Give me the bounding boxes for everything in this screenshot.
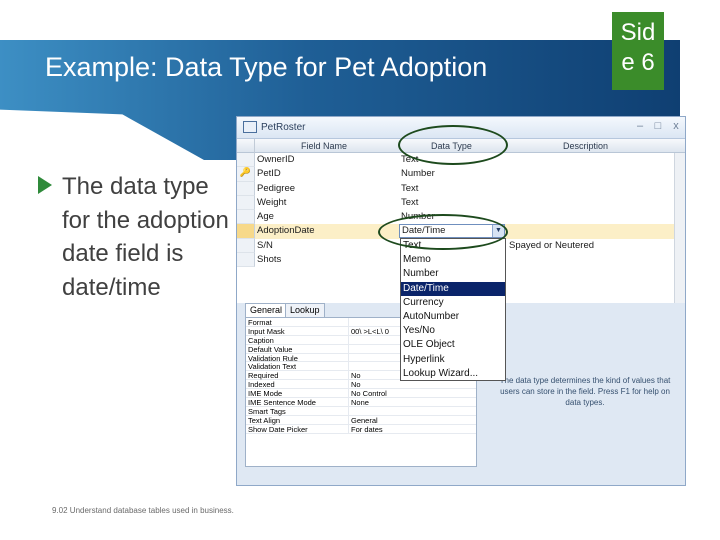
field-name-cell[interactable]: Weight	[257, 197, 286, 208]
table-icon	[243, 121, 257, 133]
property-name: Input Mask	[248, 326, 285, 336]
data-type-cell[interactable]: Text	[401, 183, 418, 194]
field-name-cell[interactable]: Shots	[257, 254, 281, 265]
slide-number-badge: Sid e 6	[612, 12, 664, 90]
property-value[interactable]	[348, 406, 351, 415]
vertical-scrollbar[interactable]	[674, 153, 685, 303]
property-name: Indexed	[248, 380, 275, 390]
dropdown-option-autonumber[interactable]: AutoNumber	[401, 310, 505, 324]
slide-footer: 9.02 Understand database tables used in …	[52, 506, 234, 515]
property-value[interactable]	[348, 353, 351, 362]
dropdown-option-number[interactable]: Number	[401, 267, 505, 281]
description-cell[interactable]: Spayed or Neutered	[509, 240, 594, 251]
dropdown-option-yes-no[interactable]: Yes/No	[401, 324, 505, 338]
property-name: Caption	[248, 335, 274, 345]
property-name: Text Align	[248, 415, 281, 425]
column-header-field-name[interactable]: Field Name	[301, 141, 347, 151]
property-row[interactable]: Smart Tags	[246, 406, 476, 416]
dropdown-option-hyperlink[interactable]: Hyperlink	[401, 353, 505, 367]
highlight-oval-data-type-header	[398, 125, 508, 165]
data-type-cell[interactable]: Text	[401, 197, 418, 208]
property-value[interactable]: None	[348, 398, 369, 407]
data-type-help-text: The data type determines the kind of val…	[499, 376, 671, 407]
table-row[interactable]: 🔑 PetID Number	[237, 167, 685, 182]
highlight-oval-date-time	[378, 214, 508, 250]
row-selector[interactable]	[237, 153, 255, 168]
data-type-cell[interactable]: Number	[401, 168, 435, 179]
field-name-cell[interactable]: Pedigree	[257, 183, 295, 194]
data-type-dropdown-list[interactable]: Text Memo Number Date/Time Currency Auto…	[400, 238, 506, 381]
property-row[interactable]: Show Date Picker For dates	[246, 424, 476, 434]
field-name-cell[interactable]: S/N	[257, 240, 273, 251]
property-name: IME Sentence Mode	[248, 398, 316, 408]
field-name-cell[interactable]: OwnerID	[257, 154, 294, 165]
primary-key-icon[interactable]: 🔑	[237, 167, 255, 182]
minimize-button[interactable]: –	[633, 120, 647, 132]
property-value[interactable]	[348, 362, 351, 371]
property-name: Validation Rule	[248, 353, 298, 363]
row-selector[interactable]	[237, 224, 255, 239]
close-button[interactable]: x	[669, 120, 683, 132]
property-value[interactable]: No	[348, 380, 361, 389]
property-row[interactable]: IME Mode No Control	[246, 389, 476, 398]
select-all-cell[interactable]	[237, 139, 255, 153]
property-name: Smart Tags	[248, 406, 286, 416]
table-row[interactable]: Pedigree Text	[237, 181, 685, 196]
property-value[interactable]	[348, 335, 351, 344]
restore-button[interactable]: □	[651, 120, 665, 132]
property-value[interactable]: No	[348, 371, 361, 380]
column-header-description[interactable]: Description	[563, 141, 608, 151]
field-name-cell[interactable]: PetID	[257, 168, 281, 179]
property-value[interactable]	[348, 344, 351, 353]
dropdown-option-memo[interactable]: Memo	[401, 253, 505, 267]
dropdown-option-currency[interactable]: Currency	[401, 296, 505, 310]
property-name: Show Date Picker	[248, 424, 308, 434]
arrow-bullet-icon	[38, 176, 52, 194]
property-row[interactable]: Text Align General	[246, 415, 476, 425]
row-selector[interactable]	[237, 253, 255, 268]
property-value[interactable]: General	[348, 415, 378, 425]
bullet-text: The data type for the adoption date fiel…	[62, 173, 229, 301]
dropdown-option-ole-object[interactable]: OLE Object	[401, 338, 505, 352]
property-name: Validation Text	[248, 362, 297, 372]
window-title: PetRoster	[261, 122, 306, 133]
property-value[interactable]: No Control	[348, 389, 387, 398]
property-row[interactable]: IME Sentence Mode None	[246, 398, 476, 407]
property-name: Format	[248, 318, 272, 327]
row-selector[interactable]	[237, 210, 255, 225]
field-name-cell[interactable]: AdoptionDate	[257, 225, 315, 236]
tab-lookup[interactable]: Lookup	[285, 303, 325, 317]
bullet-point: The data type for the adoption date fiel…	[38, 170, 238, 304]
dropdown-option-lookup-wizard[interactable]: Lookup Wizard...	[401, 367, 505, 381]
row-selector[interactable]	[237, 195, 255, 211]
row-selector[interactable]	[237, 181, 255, 196]
row-selector[interactable]	[237, 238, 255, 254]
property-name: Required	[248, 371, 279, 381]
field-name-cell[interactable]: Age	[257, 211, 274, 222]
tab-general[interactable]: General	[245, 303, 288, 317]
table-row[interactable]: Weight Text	[237, 195, 685, 211]
property-name: Default Value	[248, 344, 293, 354]
property-value[interactable]: 00\ >L<L\ 0	[348, 326, 389, 336]
dropdown-option-date-time[interactable]: Date/Time	[401, 281, 505, 296]
slide-title: Example: Data Type for Pet Adoption	[45, 52, 488, 82]
property-value[interactable]	[348, 318, 351, 326]
property-name: IME Mode	[248, 389, 283, 399]
property-value[interactable]: For dates	[348, 424, 383, 434]
property-row[interactable]: Indexed No	[246, 380, 476, 389]
